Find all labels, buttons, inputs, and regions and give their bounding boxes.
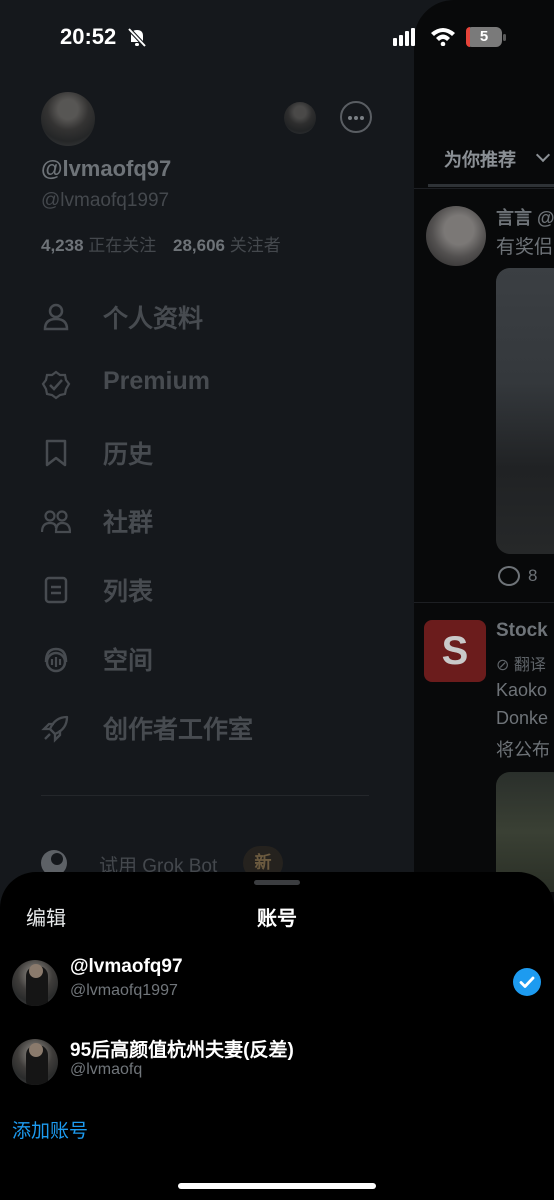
rocket-icon [41,715,69,743]
followers-label: 关注者 [229,236,281,255]
translate-text: 翻译 [513,657,546,674]
translate-label[interactable]: ⊘ 翻译 [496,651,546,675]
tab-for-you[interactable]: 为你推荐 [444,146,516,172]
account-name: @lvmaofq97 [70,956,183,977]
post-author: Stock [496,620,548,641]
menu-item-history[interactable]: 历史 [41,432,381,472]
bell-muted-icon [127,27,147,48]
account-row[interactable]: @lvmaofq97 @lvmaofq1997 [0,954,554,1014]
switch-account-avatar[interactable] [284,102,316,134]
menu-label: 社群 [103,509,154,537]
status-time: 20:52 [60,24,117,49]
verified-badge-icon [41,370,71,400]
edit-button[interactable]: 编辑 [26,902,66,931]
menu-item-spaces[interactable]: 空间 [41,638,381,678]
account-handle: @lvmaofq [70,1061,143,1078]
communities-icon [41,510,71,534]
tab-underline [428,184,554,187]
battery-tip [503,34,506,41]
reply-icon[interactable] [498,566,520,586]
cellular-signal-icon [393,28,415,46]
account-avatar [12,1039,58,1085]
menu-label: Premium [103,367,210,395]
post-text-line: Donke [496,708,549,728]
list-icon [44,576,68,604]
menu-label: 空间 [103,647,154,675]
battery-percent: 5 [479,28,489,45]
post-text-line: Kaoko [496,680,548,700]
following-count: 4,238 [41,236,84,255]
translate-icon: ⊘ [496,657,514,674]
following-label: 正在关注 [88,236,157,255]
account-name: 95后高颜值杭州夫妻(反差) [70,1040,294,1061]
menu-label: 列表 [103,578,154,606]
menu-label: 历史 [103,441,154,469]
divider [414,602,554,603]
person-icon [43,303,69,331]
post-avatar[interactable] [426,206,486,266]
account-row[interactable]: 95后高颜值杭州夫妻(反差) @lvmaofq [0,1033,554,1093]
bookmark-icon [45,439,67,467]
post-text: 有奖侣 [496,237,554,258]
battery-icon: 5 [466,27,502,47]
sheet-grabber[interactable] [254,880,300,885]
chevron-down-icon [535,147,551,163]
account-avatar [12,960,58,1006]
more-options-icon[interactable] [340,101,372,133]
menu-label: 创作者工作室 [103,716,254,744]
menu-item-creator-studio[interactable]: 创作者工作室 [41,707,381,747]
wifi-icon [431,28,455,46]
reply-count: 8 [528,566,538,585]
status-bar: 20:52 5 [0,0,554,76]
divider [414,188,554,189]
post-avatar-logo[interactable]: S [424,620,486,682]
menu-item-lists[interactable]: 列表 [41,569,381,609]
account-switcher-sheet: 账号 编辑 @lvmaofq97 @lvmaofq1997 95后高颜值杭州夫妻… [0,872,554,1200]
profile-handle: @lvmaofq1997 [41,190,170,211]
menu-item-communities[interactable]: 社群 [41,500,381,540]
post-image[interactable] [496,268,554,554]
post-author: 言言 @ [496,208,554,228]
menu-label: 个人资料 [103,305,204,333]
profile-display-name[interactable]: @lvmaofq97 [41,156,171,182]
checkmark-icon [513,968,541,996]
followers-count: 28,606 [173,236,226,255]
post-text-line: 将公布 [496,740,550,760]
spaces-icon [44,647,68,673]
account-handle: @lvmaofq1997 [70,982,178,999]
home-indicator[interactable] [178,1183,376,1189]
sheet-title: 账号 [257,908,297,930]
follow-stats[interactable]: 4,238 正在关注 28,606 关注者 [41,231,293,256]
drawer-divider [41,795,369,796]
menu-item-premium[interactable]: Premium [41,364,381,404]
add-account-link[interactable]: 添加账号 [12,1116,88,1143]
profile-avatar[interactable] [41,92,95,146]
menu-item-profile[interactable]: 个人资料 [41,296,381,336]
